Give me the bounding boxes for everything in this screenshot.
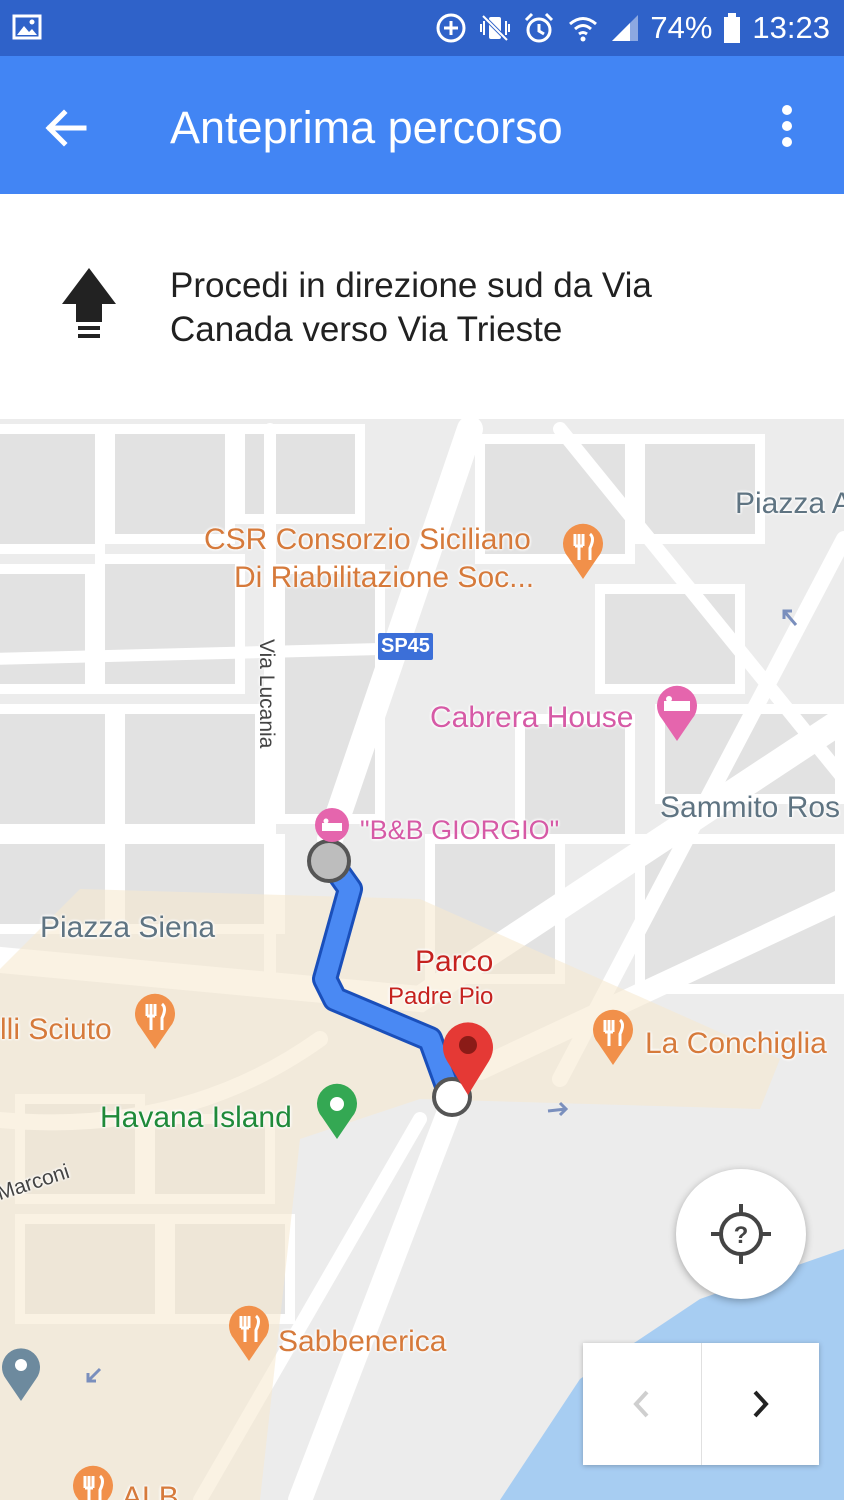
restaurant-icon [563,523,603,579]
map-label-piazza-siena[interactable]: Piazza Siena [40,911,215,945]
restaurant-pin-alb[interactable] [70,1465,116,1500]
status-time: 13:23 [752,10,830,45]
restaurant-icon [229,1305,269,1361]
street-label-via-lucania: Via Lucania [255,639,278,749]
data-saver-icon [436,13,466,43]
direction-instruction: Procedi in direzione sud da Via Canada v… [170,264,790,352]
next-step-button[interactable] [702,1343,820,1465]
map-label-padre-pio[interactable]: Padre Pio [388,983,493,1011]
more-options-button[interactable] [772,96,802,156]
arrow-back-icon [45,109,87,147]
map-label-cabrera-house[interactable]: Cabrera House [430,701,633,735]
restaurant-icon [593,1009,633,1065]
direction-line-1: Procedi in direzione sud da Via [170,266,652,305]
map-label-alb[interactable]: ALB [122,1481,179,1500]
map-label-piazza-a[interactable]: Piazza A [735,487,844,521]
chevron-left-icon [633,1390,649,1418]
direction-line-2: Canada verso Via Trieste [170,310,563,349]
svg-text:?: ? [734,1222,749,1249]
step-navigation [583,1343,819,1465]
map-label-sabbenerica[interactable]: Sabbenerica [278,1325,446,1359]
place-pin-havana[interactable] [314,1083,360,1146]
map-label-la-conchiglia[interactable]: La Conchiglia [645,1027,827,1061]
map-label-csr[interactable]: CSR Consorzio Siciliano Di Riabilitazion… [204,521,534,597]
status-bar: 74% 13:23 [0,0,844,56]
page-title: Anteprima percorso [170,102,563,153]
back-button[interactable] [36,98,96,158]
restaurant-pin-sabbenerica[interactable] [226,1305,272,1368]
direction-panel: Procedi in direzione sud da Via Canada v… [0,194,844,419]
map-label-csr-line2: Di Riabilitazione Soc... [234,561,535,594]
map-label-csr-line1: CSR Consorzio Siciliano [204,523,531,556]
red-pin-icon [443,1022,493,1095]
map-label-sammito[interactable]: Sammito Ros [660,791,840,825]
hotel-pin-bb-giorgio[interactable] [314,807,350,848]
hotel-icon [657,685,697,741]
destination-pin[interactable] [440,1017,496,1102]
locate-unknown-icon: ? [711,1204,771,1264]
road-shield-sp45: SP45 [378,633,433,660]
hotel-pin-cabrera[interactable] [654,685,700,748]
map-label-havana-island[interactable]: Havana Island [100,1101,292,1135]
battery-percent: 74% [650,10,713,45]
more-vert-icon [782,105,792,147]
battery-icon [724,13,741,43]
image-icon [12,14,42,40]
app-bar: Anteprima percorso [0,56,844,194]
signal-icon [612,15,639,41]
restaurant-icon [73,1465,113,1500]
chevron-right-icon [753,1390,769,1418]
status-icons: 74% 13:23 [434,0,830,56]
hotel-icon [315,808,349,842]
restaurant-pin-la-conchiglia[interactable] [590,1009,636,1072]
arrow-up-icon [62,268,116,338]
restaurant-pin-csr[interactable] [560,523,606,586]
restaurant-pin-sciuto[interactable] [132,993,178,1056]
map-label-bb-giorgio[interactable]: "B&B GIORGIO" [360,815,559,846]
my-location-button[interactable]: ? [676,1169,806,1299]
previous-step-button[interactable] [583,1343,702,1465]
alarm-icon [525,12,554,43]
restaurant-icon [135,993,175,1049]
place-pin-grey[interactable] [0,1345,42,1408]
map-view[interactable]: CSR Consorzio Siciliano Di Riabilitazion… [0,419,844,1500]
place-grey-icon [2,1348,41,1401]
map-label-sciuto[interactable]: lli Sciuto [0,1013,112,1047]
place-green-icon [317,1083,357,1139]
map-label-parco[interactable]: Parco [415,945,493,979]
vibrate-icon [480,14,511,42]
wifi-icon [569,17,598,42]
